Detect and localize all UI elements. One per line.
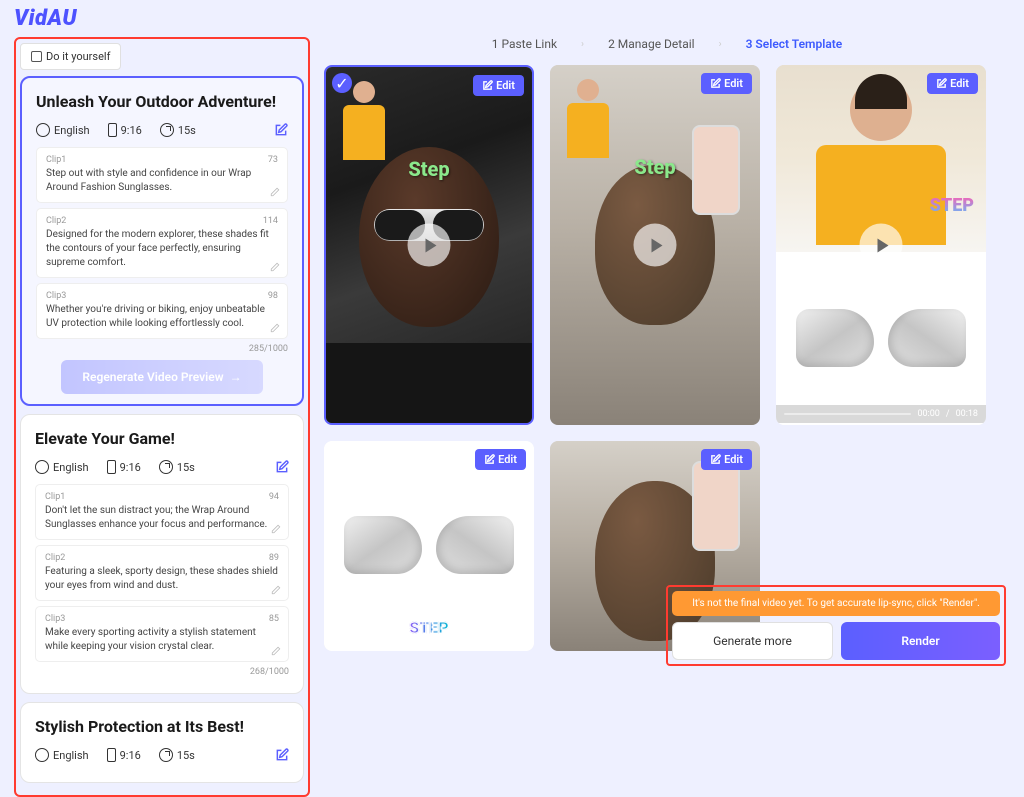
- play-button[interactable]: [408, 224, 451, 267]
- clock-icon: [159, 748, 173, 762]
- clip-box[interactable]: Clip385 Make every sporting activity a s…: [35, 606, 289, 662]
- pencil-icon[interactable]: [271, 524, 281, 534]
- clock-icon: [160, 123, 174, 137]
- script-card[interactable]: Elevate Your Game! English 9:16 15s Clip…: [20, 414, 304, 694]
- edit-template-button[interactable]: Edit: [473, 75, 524, 96]
- brand-logo: VidAU: [0, 0, 1024, 37]
- clock-icon: [159, 460, 173, 474]
- overlay-text: Step: [634, 155, 675, 179]
- edit-template-button[interactable]: Edit: [701, 73, 752, 94]
- left-panel: Do it yourself Unleash Your Outdoor Adve…: [14, 37, 310, 797]
- overlay-text: STEP: [409, 618, 448, 637]
- generate-more-button[interactable]: Generate more: [672, 622, 833, 660]
- meta-row: English 9:16 15s: [35, 748, 289, 762]
- script-card[interactable]: Stylish Protection at Its Best! English …: [20, 702, 304, 783]
- pencil-icon: [484, 454, 495, 465]
- render-tooltip: It's not the final video yet. To get acc…: [672, 591, 1000, 616]
- play-button[interactable]: [860, 224, 903, 267]
- time-bar[interactable]: 00:00 / 00:18: [776, 405, 986, 423]
- time-total: 00:18: [956, 409, 978, 419]
- presenter-avatar: [560, 75, 615, 160]
- pencil-icon: [936, 78, 947, 89]
- template-card[interactable]: ✓ Edit Step: [324, 65, 534, 425]
- template-card[interactable]: Edit Step: [550, 65, 760, 425]
- globe-icon: [35, 460, 49, 474]
- template-card[interactable]: Edit STEP: [324, 441, 534, 651]
- overlay-text: Step: [408, 157, 449, 181]
- pencil-icon[interactable]: [270, 323, 280, 333]
- step-item-active[interactable]: 3 Select Template: [746, 37, 843, 51]
- pencil-icon: [482, 80, 493, 91]
- render-button[interactable]: Render: [841, 622, 1000, 660]
- step-item[interactable]: 2 Manage Detail: [608, 37, 695, 51]
- globe-icon: [36, 123, 50, 137]
- pencil-icon[interactable]: [271, 585, 281, 595]
- chevron-right-icon: ›: [719, 39, 722, 50]
- arrow-right-icon: →: [230, 370, 242, 384]
- phone-icon: [107, 748, 116, 762]
- edit-card-icon[interactable]: [275, 748, 289, 762]
- phone-icon: [108, 123, 117, 137]
- card-title: Unleash Your Outdoor Adventure!: [36, 92, 288, 111]
- card-title: Stylish Protection at Its Best!: [35, 717, 289, 736]
- chevron-right-icon: ›: [581, 39, 584, 50]
- template-grid: ✓ Edit Step Edit: [324, 65, 1010, 651]
- time-current: 00:00: [917, 409, 939, 419]
- overlay-text: STEP: [930, 195, 974, 216]
- meta-row: English 9:16 15s: [36, 123, 288, 137]
- language-meta: English: [36, 123, 90, 137]
- edit-template-button[interactable]: Edit: [927, 73, 978, 94]
- clip-box[interactable]: Clip289 Featuring a sleek, sporty design…: [35, 545, 289, 601]
- regenerate-button[interactable]: Regenerate Video Preview →: [61, 360, 263, 394]
- edit-card-icon[interactable]: [275, 460, 289, 474]
- clip-box[interactable]: Clip194 Don't let the sun distract you; …: [35, 484, 289, 540]
- do-it-yourself-button[interactable]: Do it yourself: [20, 43, 121, 70]
- globe-icon: [35, 748, 49, 762]
- edit-card-icon[interactable]: [274, 123, 288, 137]
- card-title: Elevate Your Game!: [35, 429, 289, 448]
- char-counter: 285/1000: [36, 344, 288, 354]
- play-button[interactable]: [634, 224, 677, 267]
- pencil-icon[interactable]: [271, 646, 281, 656]
- duration-meta: 15s: [160, 123, 196, 137]
- clip-box[interactable]: Clip173 Step out with style and confiden…: [36, 147, 288, 203]
- template-card[interactable]: Edit STEP 00:00 / 00:18: [776, 65, 986, 425]
- right-panel: 1 Paste Link › 2 Manage Detail › 3 Selec…: [324, 37, 1010, 797]
- clip-box[interactable]: Clip398 Whether you're driving or biking…: [36, 283, 288, 339]
- step-item[interactable]: 1 Paste Link: [492, 37, 557, 51]
- action-panel: It's not the final video yet. To get acc…: [666, 585, 1006, 666]
- char-counter: 268/1000: [35, 667, 289, 677]
- edit-template-button[interactable]: Edit: [701, 449, 752, 470]
- phone-icon: [107, 460, 116, 474]
- pencil-icon: [710, 78, 721, 89]
- pencil-icon[interactable]: [270, 262, 280, 272]
- diy-label: Do it yourself: [46, 50, 110, 63]
- ratio-meta: 9:16: [108, 123, 142, 137]
- presenter-avatar: [336, 77, 391, 162]
- edit-icon: [31, 51, 42, 62]
- edit-template-button[interactable]: Edit: [475, 449, 526, 470]
- progress-steps: 1 Paste Link › 2 Manage Detail › 3 Selec…: [324, 37, 1010, 51]
- clip-box[interactable]: Clip2114 Designed for the modern explore…: [36, 208, 288, 278]
- pencil-icon[interactable]: [270, 187, 280, 197]
- meta-row: English 9:16 15s: [35, 460, 289, 474]
- script-card[interactable]: Unleash Your Outdoor Adventure! English …: [20, 76, 304, 406]
- pencil-icon: [710, 454, 721, 465]
